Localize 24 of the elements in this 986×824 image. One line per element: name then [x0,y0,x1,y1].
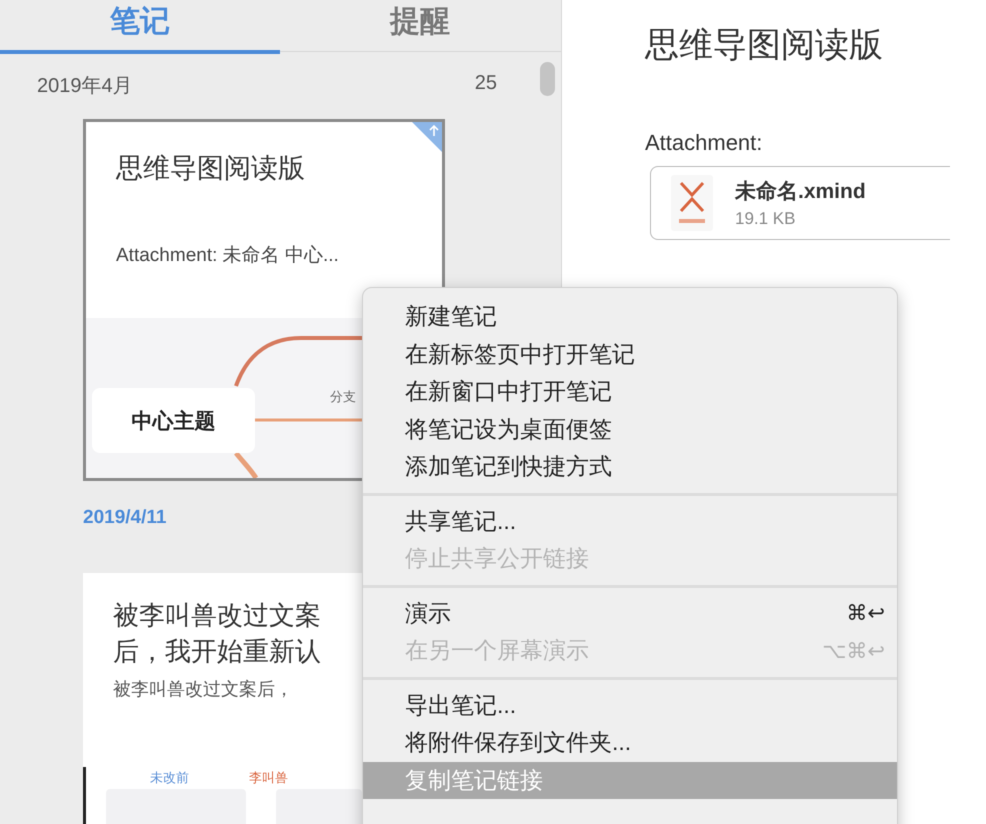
menu-item[interactable]: 共享笔记... [363,502,897,540]
thumbnail-label: 李叫兽 [249,769,288,787]
attachment-size: 19.1 KB [735,209,796,229]
attachment-chip[interactable]: 未命名.xmind 19.1 KB [650,166,950,240]
branch-label: 分支 [330,388,356,406]
note-title: 思维导图阅读版 [116,152,305,185]
center-topic-node: 中心主题 [92,388,255,453]
note-title-line: 被李叫兽改过文案 [113,599,321,632]
tab[interactable]: 提醒 [280,0,560,54]
xmind-file-icon [671,175,713,231]
note-snippet: 被李叫兽改过文案后， [112,678,294,701]
menu-item[interactable]: 将附件保存到文件夹... [363,724,897,762]
menu-item[interactable]: 导出笔记... [363,686,897,724]
attachment-label: Attachment: [645,130,764,156]
note-snippet: Attachment: 未命名 中心... [115,244,340,268]
month-header: 2019年4月 [37,74,133,99]
scrollbar-thumb[interactable] [540,62,555,96]
note-date: 2019/4/11 [83,507,166,529]
attachment-name: 未命名.xmind [735,179,866,205]
note-title: 思维导图阅读版 [645,25,884,66]
note-title-line: 后，我开始重新认 [113,635,321,668]
menu-item[interactable]: 演示 ⌘↩ [363,594,897,632]
thumbnail-label: 未改前 [150,769,189,787]
note-count: 25 [474,72,497,96]
